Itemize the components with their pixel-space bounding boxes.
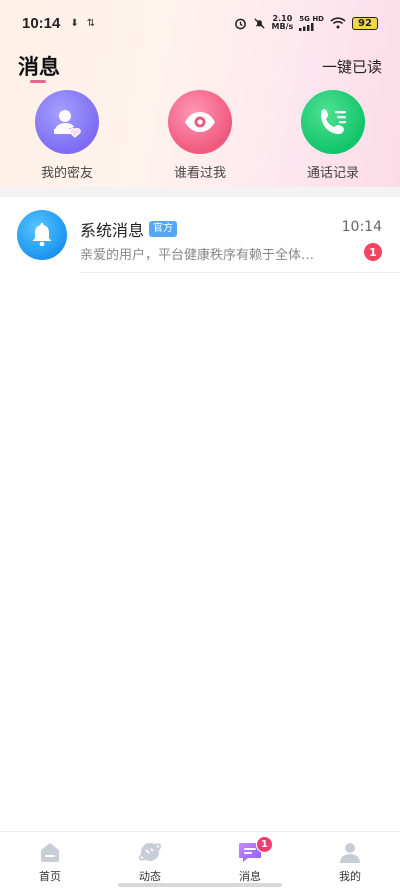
status-bar: 10:14 ⬇ ⇅ 2.10 MB/s 5G HD 92 [0, 0, 400, 46]
nav-feed[interactable]: 动态 [100, 838, 200, 884]
page-title: 消息 [18, 55, 60, 79]
profile-icon [300, 838, 400, 866]
message-title-line: 系统消息 官方 [80, 217, 178, 241]
net-speed: 2.10 MB/s [272, 15, 294, 31]
list-item[interactable]: 系统消息 官方 10:14 亲爱的用户，平台健康秩序有赖于全体… 1 [0, 205, 400, 273]
phone-log-icon [301, 90, 365, 154]
eye-icon [168, 90, 232, 154]
nav-label: 消息 [239, 870, 261, 883]
section-divider [0, 187, 400, 197]
mark-all-read-button[interactable]: 一键已读 [322, 56, 382, 77]
unread-badge: 1 [364, 243, 382, 261]
title-underline [30, 80, 46, 83]
page-header: 消息 一键已读 [18, 50, 382, 83]
bell-icon [17, 210, 67, 260]
net-speed-unit: MB/s [271, 22, 294, 31]
battery-indicator: 92 [352, 16, 378, 30]
data-transfer-icon: ⇅ [86, 17, 96, 29]
friend-heart-icon [35, 90, 99, 154]
wifi-icon [330, 17, 346, 29]
signal-indicator: 5G HD [299, 15, 324, 31]
bottom-nav: 首页 动态 1 消息 我的 [0, 831, 400, 889]
mute-icon [253, 17, 265, 29]
signal-label: 5G HD [299, 15, 324, 23]
shortcut-close-friends[interactable]: 我的密友 [22, 90, 112, 181]
alarm-icon [234, 18, 246, 29]
nav-unread-badge: 1 [256, 836, 273, 853]
nav-label: 我的 [339, 870, 361, 883]
shortcut-row: 我的密友 谁看过我 通话记录 [0, 90, 400, 182]
nav-home[interactable]: 首页 [0, 838, 100, 884]
message-preview: 亲爱的用户，平台健康秩序有赖于全体… [80, 248, 315, 263]
shortcut-who-viewed-me[interactable]: 谁看过我 [155, 90, 245, 181]
official-badge: 官方 [149, 221, 178, 237]
message-title: 系统消息 [80, 221, 145, 240]
nav-profile[interactable]: 我的 [300, 838, 400, 884]
nav-label: 首页 [39, 870, 61, 883]
signal-icon [299, 23, 314, 31]
shortcut-call-log[interactable]: 通话记录 [288, 90, 378, 181]
row-divider [80, 272, 400, 273]
shortcut-label: 谁看过我 [173, 166, 226, 181]
shortcut-label: 通话记录 [306, 166, 359, 181]
message-time: 10:14 [341, 219, 382, 235]
nav-label: 动态 [139, 870, 161, 883]
planet-icon [100, 838, 200, 866]
nav-messages[interactable]: 1 消息 [200, 836, 300, 884]
home-indicator[interactable] [118, 883, 282, 887]
download-icon: ⬇ [70, 17, 79, 29]
home-icon [0, 838, 100, 866]
chat-icon: 1 [200, 836, 300, 866]
status-time: 10:14 [22, 14, 61, 32]
shortcut-label: 我的密友 [40, 166, 93, 181]
